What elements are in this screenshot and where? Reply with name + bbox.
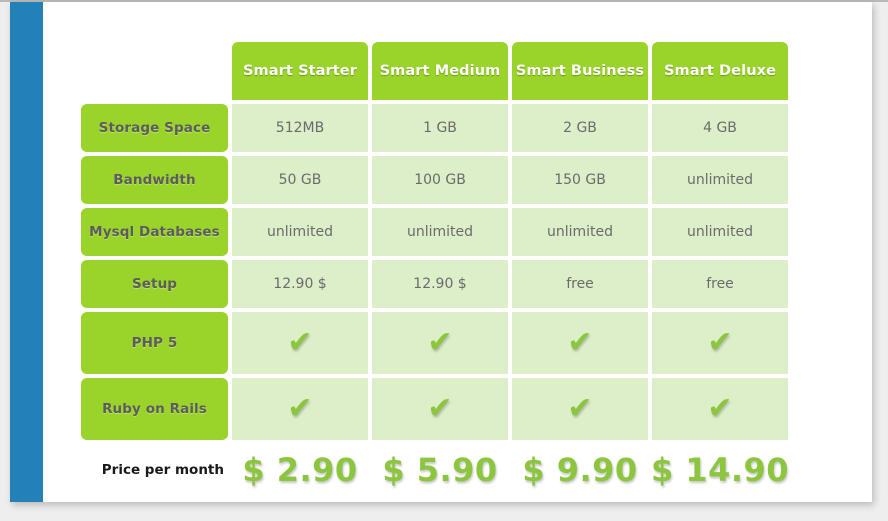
- price-smart-deluxe: $ 14.90: [650, 451, 790, 489]
- feature-value: ✔: [232, 312, 368, 374]
- table-row: Storage Space 512MB 1 GB 2 GB 4 GB: [81, 104, 794, 152]
- feature-value: ✔: [652, 378, 788, 440]
- plan-header-smart-starter[interactable]: Smart Starter: [232, 42, 368, 100]
- feature-label-ruby-on-rails: Ruby on Rails: [81, 378, 228, 440]
- feature-value: 12.90 $: [232, 260, 368, 308]
- feature-value: ✔: [232, 378, 368, 440]
- feature-value: unlimited: [372, 208, 508, 256]
- price-smart-medium: $ 5.90: [382, 451, 498, 489]
- feature-value: 1 GB: [372, 104, 508, 152]
- table-row: Mysql Databases unlimited unlimited unli…: [81, 208, 794, 256]
- feature-value: ✔: [512, 378, 648, 440]
- left-accent-bar: [10, 2, 43, 502]
- feature-value: ✔: [372, 312, 508, 374]
- table-row: PHP 5 ✔ ✔ ✔ ✔: [81, 312, 794, 374]
- checkmark-icon: ✔: [287, 325, 313, 360]
- checkmark-icon: ✔: [427, 391, 453, 426]
- feature-value: 50 GB: [232, 156, 368, 204]
- price-row-label: Price per month: [101, 462, 224, 478]
- feature-label-php-5: PHP 5: [81, 312, 228, 374]
- plan-header-smart-medium[interactable]: Smart Medium: [372, 42, 508, 100]
- feature-value: 150 GB: [512, 156, 648, 204]
- feature-value: 12.90 $: [372, 260, 508, 308]
- feature-label-storage-space: Storage Space: [81, 104, 228, 152]
- checkmark-icon: ✔: [567, 391, 593, 426]
- feature-value: ✔: [372, 378, 508, 440]
- table-row: Bandwidth 50 GB 100 GB 150 GB unlimited: [81, 156, 794, 204]
- feature-value: 512MB: [232, 104, 368, 152]
- feature-value: 100 GB: [372, 156, 508, 204]
- table-header-row: Smart Starter Smart Medium Smart Busines…: [81, 42, 794, 100]
- feature-value: free: [512, 260, 648, 308]
- feature-value: 4 GB: [652, 104, 788, 152]
- price-row: Price per month $ 2.90 $ 5.90 $ 9.90 $ 1…: [81, 444, 794, 496]
- price-smart-business: $ 9.90: [522, 451, 638, 489]
- feature-value: ✔: [512, 312, 648, 374]
- plan-header-smart-deluxe[interactable]: Smart Deluxe: [652, 42, 788, 100]
- table-row: Setup 12.90 $ 12.90 $ free free: [81, 260, 794, 308]
- feature-value: free: [652, 260, 788, 308]
- feature-label-bandwidth: Bandwidth: [81, 156, 228, 204]
- feature-value: 2 GB: [512, 104, 648, 152]
- header-corner-cell: [81, 42, 228, 100]
- feature-value: ✔: [652, 312, 788, 374]
- pricing-table: Smart Starter Smart Medium Smart Busines…: [81, 42, 794, 496]
- checkmark-icon: ✔: [707, 325, 733, 360]
- feature-label-mysql-databases: Mysql Databases: [81, 208, 228, 256]
- feature-value: unlimited: [232, 208, 368, 256]
- price-smart-starter: $ 2.90: [242, 451, 358, 489]
- content-panel: Smart Starter Smart Medium Smart Busines…: [10, 2, 872, 502]
- feature-value: unlimited: [652, 156, 788, 204]
- feature-value: unlimited: [512, 208, 648, 256]
- table-row: Ruby on Rails ✔ ✔ ✔ ✔: [81, 378, 794, 440]
- plan-header-smart-business[interactable]: Smart Business: [512, 42, 648, 100]
- checkmark-icon: ✔: [567, 325, 593, 360]
- checkmark-icon: ✔: [707, 391, 733, 426]
- checkmark-icon: ✔: [287, 391, 313, 426]
- feature-value: unlimited: [652, 208, 788, 256]
- feature-label-setup: Setup: [81, 260, 228, 308]
- checkmark-icon: ✔: [427, 325, 453, 360]
